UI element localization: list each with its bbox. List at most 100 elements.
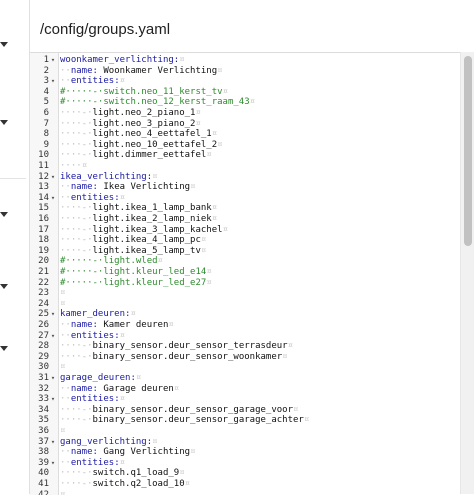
yaml-key: name:	[70, 182, 98, 193]
fold-toggle-icon[interactable]: ▾	[49, 331, 57, 342]
code-text: #·····-·switch.neo_11_kerst_tv¤	[60, 87, 228, 98]
fold-toggle-icon[interactable]: ▾	[49, 309, 57, 320]
expand-arrow-icon[interactable]	[0, 120, 8, 125]
code-line[interactable]: 18 ····-·light.ikea_4_lamp_pc¤	[30, 235, 460, 246]
code-text: ····-·switch.q2_load_10¤	[60, 479, 190, 490]
code-line[interactable]: 17 ····-·light.ikea_3_lamp_kachel¤	[30, 225, 460, 236]
code-line[interactable]: 36 ¤	[30, 426, 460, 437]
code-text: ¤	[60, 288, 65, 299]
yaml-key: ikea_verlichting:	[60, 171, 153, 182]
code-line[interactable]: 21 #·····-·light.kleur_led_e14¤	[30, 267, 460, 278]
code-line[interactable]: 32 ··name: Garage deuren¤	[30, 384, 460, 395]
code-line[interactable]: 16 ····-·light.ikea_2_lamp_niek¤	[30, 214, 460, 225]
code-line[interactable]: 33 ▾ ··entities:¤	[30, 394, 460, 405]
end-of-line-marker: ¤	[211, 129, 218, 140]
line-number: 1	[43, 55, 49, 65]
whitespace-marker: ····-·	[60, 108, 93, 118]
fold-toggle-icon[interactable]: ▾	[49, 76, 57, 87]
line-number: 14	[38, 192, 49, 203]
code-line[interactable]: 19 ····-·light.ikea_5_lamp_tv¤	[30, 246, 460, 257]
code-line[interactable]: 22 #·····-·light.kleur_led_e27¤	[30, 278, 460, 289]
scrollbar-thumb[interactable]	[464, 56, 472, 246]
fold-toggle-icon[interactable]: ▾	[49, 55, 57, 66]
code-line[interactable]: 1 ▾ woonkamer_verlichting:¤	[30, 55, 460, 66]
code-line[interactable]: 11 ····¤	[30, 161, 460, 172]
line-number: 10	[38, 150, 49, 161]
editor-scrollbar[interactable]	[460, 52, 474, 494]
code-line[interactable]: 26 ··name: Kamer deuren¤	[30, 320, 460, 331]
code-line[interactable]: 7 ····-·light.neo_3_piano_2¤	[30, 119, 460, 130]
end-of-line-marker: ¤	[130, 309, 136, 320]
line-number: 33	[38, 394, 49, 405]
code-line[interactable]: 5 #·····-·switch.neo_12_kerst_raam_43¤	[30, 97, 460, 108]
expand-arrow-icon[interactable]	[0, 42, 8, 47]
code-text: ····-·binary_sensor.deur_sensor_terrasde…	[60, 341, 293, 352]
code-line[interactable]: 28 ····-·binary_sensor.deur_sensor_terras…	[30, 341, 460, 352]
code-line[interactable]: 41 ····-·switch.q2_load_10¤	[30, 479, 460, 490]
end-of-line-marker: ¤	[119, 76, 126, 87]
code-line[interactable]: 23 ¤	[30, 288, 460, 299]
code-line[interactable]: 14 ▾ ··entities:¤	[30, 193, 460, 204]
line-number: 28	[38, 341, 49, 352]
end-of-line-marker: ¤	[200, 235, 207, 246]
fold-toggle-icon[interactable]: ▾	[49, 373, 57, 384]
whitespace-marker: ··	[60, 394, 71, 405]
end-of-line-marker: ¤	[293, 404, 299, 415]
line-number: 15	[38, 203, 49, 214]
code-line[interactable]: 10 ····-·light.dimmer_eettafel¤	[30, 150, 460, 161]
code-text: ··name: Woonkamer Verlichting¤	[60, 66, 223, 77]
code-line[interactable]: 39 ▾ ··entities:¤	[30, 458, 460, 469]
code-line[interactable]: 27 ▾ ··entities:¤	[30, 331, 460, 342]
end-of-line-marker: ¤	[217, 139, 223, 150]
fold-toggle-icon[interactable]: ▾	[49, 394, 57, 405]
end-of-line-marker: ¤	[173, 383, 180, 394]
code-line[interactable]: 30 ¤	[30, 362, 460, 373]
code-line[interactable]: 3 ▾ ··entities:¤	[30, 76, 460, 87]
code-line[interactable]: 4 #·····-·switch.neo_11_kerst_tv¤	[30, 87, 460, 98]
line-number: 30	[38, 362, 49, 373]
end-of-line-marker: ¤	[81, 161, 88, 171]
code-line[interactable]: 20 #·····-·light.wled¤	[30, 256, 460, 267]
end-of-line-marker: ¤	[217, 65, 223, 76]
code-text: ¤	[60, 299, 65, 310]
code-text: #·····-·light.wled¤	[60, 256, 163, 267]
whitespace-marker: ····-·	[60, 235, 93, 246]
code-line[interactable]: 31 ▾ garage_deuren:¤	[30, 373, 460, 384]
end-of-line-marker: ¤	[206, 267, 212, 277]
expand-arrow-icon[interactable]	[0, 346, 8, 351]
code-line[interactable]: 40 ····-·switch.q1_load_9¤	[30, 468, 460, 479]
code-line[interactable]: 6 ····-·light.neo_2_piano_1¤	[30, 108, 460, 119]
code-text: gang_verlichting:¤	[60, 437, 158, 448]
code-line[interactable]: 29 ····-·binary_sensor.deur_sensor_woonka…	[30, 352, 460, 363]
fold-toggle-icon[interactable]: ▾	[49, 193, 57, 204]
code-line[interactable]: 38 ··name: Gang Verlichting¤	[30, 447, 460, 458]
code-line[interactable]: 34 ····-·binary_sensor.deur_sensor_garage…	[30, 405, 460, 416]
code-line[interactable]: 24 ¤	[30, 299, 460, 310]
expand-arrow-icon[interactable]	[0, 212, 8, 217]
code-line[interactable]: 9 ····-·light.neo_10_eettafel_2¤	[30, 140, 460, 151]
code-text: ····-·binary_sensor.deur_sensor_woonkame…	[60, 352, 288, 363]
code-line[interactable]: 13 ··name: Ikea Verlichting¤	[30, 182, 460, 193]
line-number: 24	[38, 298, 49, 309]
code-line[interactable]: 8 ····-·light.neo_4_eettafel_1¤	[30, 129, 460, 140]
code-line[interactable]: 2 ··name: Woonkamer Verlichting¤	[30, 66, 460, 77]
code-line[interactable]: 15 ····-·light.ikea_1_lamp_bank¤	[30, 203, 460, 214]
code-line[interactable]: 42 ¤	[30, 490, 460, 495]
left-sidebar-strip	[0, 0, 28, 494]
yaml-value: Gang Verlichting	[97, 447, 191, 458]
line-number: 35	[38, 415, 49, 426]
whitespace-marker: ····-·	[60, 118, 93, 129]
code-line[interactable]: 37 ▾ gang_verlichting:¤	[30, 437, 460, 448]
code-line[interactable]: 35 ····-·binary_sensor.deur_sensor_garage…	[30, 415, 460, 426]
whitespace-marker: ····-·	[60, 468, 93, 479]
fold-toggle-icon[interactable]: ▾	[49, 437, 57, 448]
end-of-line-marker: ¤	[119, 192, 126, 203]
fold-toggle-icon[interactable]: ▾	[49, 172, 57, 183]
expand-arrow-icon[interactable]	[0, 284, 8, 289]
line-number: 23	[38, 288, 49, 299]
code-line[interactable]: 25 ▾ kamer_deuren:¤	[30, 309, 460, 320]
line-number: 32	[38, 383, 49, 394]
code-line[interactable]: 12 ▾ ikea_verlichting:¤	[30, 172, 460, 183]
code-editor[interactable]: 1 ▾ woonkamer_verlichting:¤ 2 ··name: Woonka…	[30, 52, 460, 495]
fold-toggle-icon[interactable]: ▾	[49, 458, 57, 469]
